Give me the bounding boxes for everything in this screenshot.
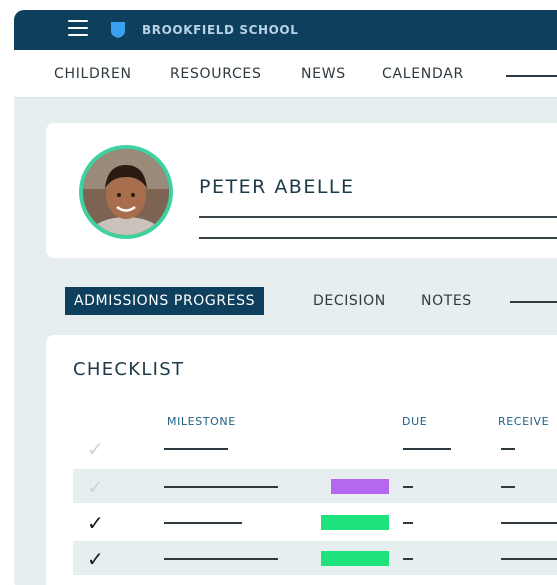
- status-bar: [331, 479, 389, 494]
- received-placeholder-line: [501, 522, 557, 524]
- avatar-photo: [83, 149, 169, 235]
- milestone-placeholder-line: [164, 486, 278, 488]
- table-row[interactable]: ✓: [73, 577, 557, 585]
- hamburger-menu-icon[interactable]: [68, 20, 88, 38]
- nav-news[interactable]: NEWS: [301, 66, 346, 82]
- shield-logo-icon: [111, 22, 125, 38]
- tab-admissions-progress[interactable]: ADMISSIONS PROGRESS: [65, 287, 265, 315]
- status-bar: [321, 515, 389, 530]
- milestone-placeholder-line: [164, 522, 242, 524]
- table-row[interactable]: ✓: [73, 541, 557, 575]
- tab-decision[interactable]: DECISION: [313, 293, 386, 309]
- due-placeholder-line: [403, 448, 451, 450]
- child-portrait-icon: [83, 149, 169, 235]
- received-placeholder-line: [501, 558, 557, 560]
- column-header-received: RECEIVE: [498, 415, 550, 428]
- top-bar: BROOKFIELD SCHOOL: [14, 10, 557, 50]
- nav-placeholder-line: [506, 75, 557, 77]
- received-placeholder-line: [501, 448, 515, 450]
- tab-notes[interactable]: NOTES: [421, 293, 472, 309]
- app-window: BROOKFIELD SCHOOL CHILDREN RESOURCES NEW…: [14, 10, 557, 585]
- profile-placeholder-line: [199, 237, 557, 239]
- profile-card: PETER ABELLE: [46, 123, 557, 258]
- due-placeholder-line: [403, 486, 413, 488]
- brand-name: BROOKFIELD SCHOOL: [142, 23, 299, 37]
- due-placeholder-line: [403, 522, 413, 524]
- student-name: PETER ABELLE: [199, 176, 355, 198]
- milestone-placeholder-line: [164, 558, 278, 560]
- table-row[interactable]: ✓: [73, 505, 557, 539]
- checklist-title: CHECKLIST: [73, 359, 185, 380]
- column-header-due: DUE: [402, 415, 428, 428]
- nav-resources[interactable]: RESOURCES: [170, 66, 262, 82]
- checkmark-icon[interactable]: ✓: [87, 511, 104, 535]
- status-bar: [321, 551, 389, 566]
- column-header-milestone: MILESTONE: [167, 415, 236, 428]
- received-placeholder-line: [501, 486, 515, 488]
- nav-children[interactable]: CHILDREN: [54, 66, 132, 82]
- profile-placeholder-line: [199, 216, 557, 218]
- tab-bar: ADMISSIONS PROGRESS DECISION NOTES: [14, 287, 557, 317]
- main-nav: CHILDREN RESOURCES NEWS CALENDAR: [14, 50, 557, 98]
- checkmark-icon[interactable]: ✓: [87, 547, 104, 571]
- table-row[interactable]: ✓: [73, 469, 557, 503]
- checklist-card: CHECKLIST MILESTONE DUE RECEIVE ✓ ✓ ✓ ✓: [46, 335, 557, 585]
- nav-calendar[interactable]: CALENDAR: [382, 66, 464, 82]
- milestone-placeholder-line: [164, 448, 228, 450]
- checkmark-icon[interactable]: ✓: [87, 475, 104, 499]
- tab-placeholder-line: [510, 301, 557, 303]
- avatar: [79, 145, 173, 239]
- table-row[interactable]: ✓: [73, 431, 557, 465]
- checkmark-icon[interactable]: ✓: [87, 437, 104, 461]
- due-placeholder-line: [403, 558, 413, 560]
